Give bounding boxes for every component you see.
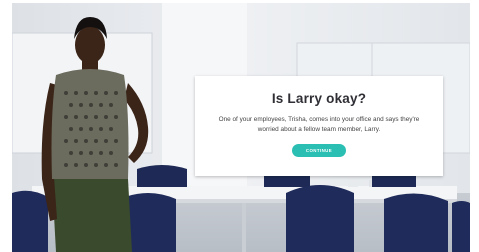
- scenario-frame: Is Larry okay? One of your employees, Tr…: [12, 3, 470, 252]
- dialog-title: Is Larry okay?: [271, 91, 367, 106]
- continue-button[interactable]: CONTINUE: [292, 144, 346, 157]
- scenario-dialog: Is Larry okay? One of your employees, Tr…: [195, 76, 443, 176]
- dialog-body-text: One of your employees, Trisha, comes int…: [218, 116, 420, 133]
